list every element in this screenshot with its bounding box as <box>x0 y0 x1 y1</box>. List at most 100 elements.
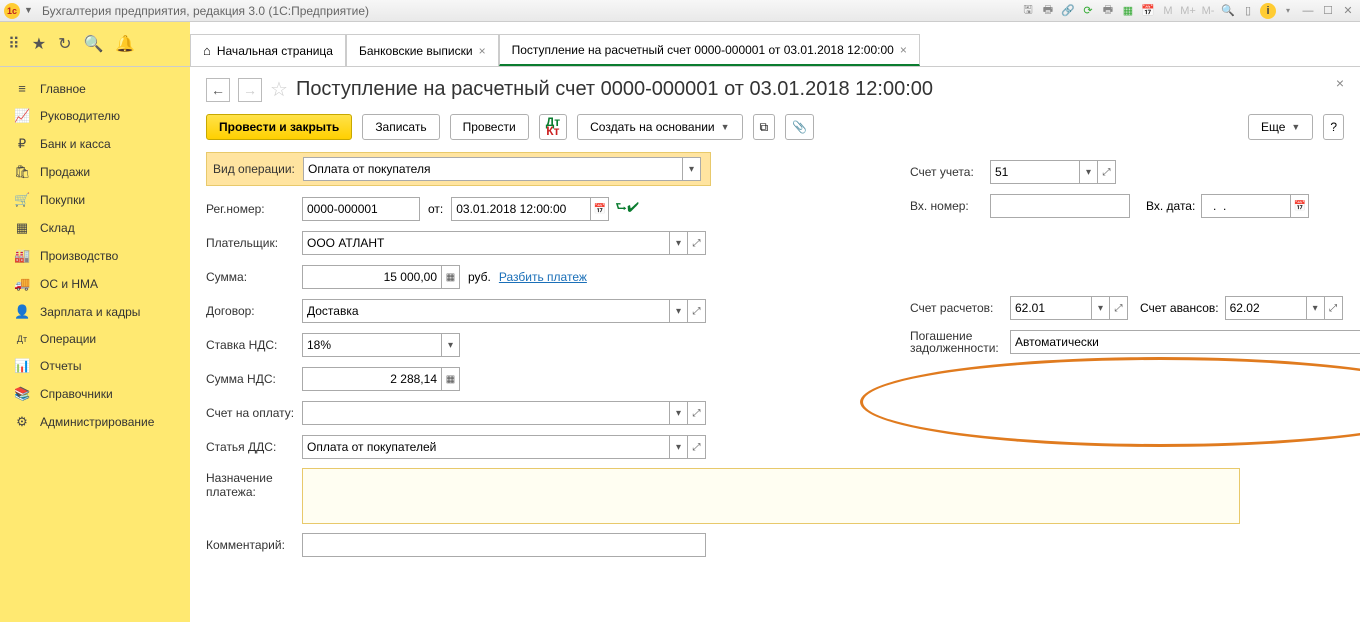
advance-acc-input[interactable] <box>1225 296 1307 320</box>
chevron-down-icon: ▼ <box>1291 122 1300 132</box>
open-icon[interactable]: ⤢ <box>688 401 706 425</box>
open-icon[interactable]: ⤢ <box>1098 160 1116 184</box>
dropdown-icon[interactable]: ▾ <box>683 157 701 181</box>
maximize-icon[interactable]: ☐ <box>1320 3 1336 19</box>
tab-receipt[interactable]: Поступление на расчетный счет 0000-00000… <box>499 34 920 66</box>
comment-label: Комментарий: <box>206 538 302 552</box>
in-date-input[interactable] <box>1201 194 1291 218</box>
account-input[interactable] <box>990 160 1080 184</box>
back-button[interactable]: ← <box>206 78 230 102</box>
sidebar-item-purchases[interactable]: 🛒Покупки <box>0 186 190 214</box>
close-window-icon[interactable]: ✕ <box>1340 3 1356 19</box>
close-icon[interactable]: × <box>479 44 486 58</box>
sidebar-item-manager[interactable]: 📈Руководителю <box>0 102 190 130</box>
sidebar-item-bank[interactable]: ₽Банк и касса <box>0 130 190 158</box>
chevron-down-icon: ▼ <box>721 122 730 132</box>
settle-acc-input[interactable] <box>1010 296 1092 320</box>
sidebar-item-production[interactable]: 🏭 Производство <box>0 242 190 270</box>
sidebar-item-assets[interactable]: 🚚ОС и НМА <box>0 270 190 298</box>
sidebar-item-operations[interactable]: ДтОперации <box>0 326 190 352</box>
search-icon[interactable]: 🔍 <box>83 34 103 54</box>
info-icon[interactable]: i <box>1260 3 1276 19</box>
attach-button[interactable]: 📎 <box>785 114 814 140</box>
open-icon[interactable]: ⤢ <box>1325 296 1343 320</box>
more-button[interactable]: Еще▼ <box>1248 114 1313 140</box>
forward-button[interactable]: → <box>238 78 262 102</box>
invoice-input[interactable] <box>302 401 670 425</box>
calendar-icon[interactable]: 📅 <box>591 197 609 221</box>
tab-home[interactable]: ⌂ Начальная страница <box>190 34 346 66</box>
dropdown-icon[interactable]: ▾ <box>670 401 688 425</box>
dropdown-icon[interactable]: ▾ <box>670 435 688 459</box>
print2-icon[interactable]: 🖶 <box>1100 3 1116 19</box>
history-icon[interactable]: ↻ <box>58 34 71 54</box>
minimize-icon[interactable]: — <box>1300 3 1316 19</box>
info-dd-icon[interactable]: ▾ <box>1280 3 1296 19</box>
dds-input[interactable] <box>302 435 670 459</box>
write-button[interactable]: Записать <box>362 114 439 140</box>
zoom-icon[interactable]: 🔍 <box>1220 3 1236 19</box>
open-icon[interactable]: ⤢ <box>688 435 706 459</box>
dropdown-icon[interactable]: ▾ <box>442 333 460 357</box>
calendar-icon[interactable]: 📅 <box>1291 194 1309 218</box>
print-icon[interactable]: 🖶 <box>1040 3 1056 19</box>
link-icon[interactable]: 🔗 <box>1060 3 1076 19</box>
vat-sum-input[interactable] <box>302 367 442 391</box>
sidebar-item-sales[interactable]: 🛍Продажи <box>0 158 190 186</box>
create-based-button[interactable]: Создать на основании▼ <box>577 114 742 140</box>
factory-icon: 🏭 <box>14 248 30 264</box>
dtkt-button[interactable]: ДтКт <box>539 114 567 140</box>
help-button[interactable]: ? <box>1323 114 1344 140</box>
sidebar-item-salary[interactable]: 👤Зарплата и кадры <box>0 298 190 326</box>
apps-icon[interactable]: ⠿ <box>8 34 20 54</box>
dropdown-icon[interactable]: ▾ <box>1307 296 1325 320</box>
calendar-icon[interactable]: 📅 <box>1140 3 1156 19</box>
m-minus-icon[interactable]: M- <box>1200 3 1216 19</box>
sidebar-item-references[interactable]: 📚Справочники <box>0 380 190 408</box>
debt-input[interactable] <box>1010 330 1360 354</box>
sidebar-item-admin[interactable]: ⚙Администрирование <box>0 408 190 436</box>
open-icon[interactable]: ⤢ <box>688 299 706 323</box>
purpose-textarea[interactable] <box>302 468 1240 524</box>
close-icon[interactable]: × <box>900 43 907 57</box>
favorite-icon[interactable]: ★ <box>32 34 46 54</box>
sidebar-item-warehouse[interactable]: ▦Склад <box>0 214 190 242</box>
sidebar-item-main[interactable]: ≡Главное <box>0 75 190 102</box>
vat-rate-input[interactable] <box>302 333 442 357</box>
panel-icon[interactable]: ▯ <box>1240 3 1256 19</box>
favorite-star-icon[interactable]: ☆ <box>270 77 288 102</box>
close-page-icon[interactable]: × <box>1336 75 1344 91</box>
post-close-button[interactable]: Провести и закрыть <box>206 114 352 140</box>
bell-icon[interactable]: 🔔 <box>115 34 135 54</box>
in-num-input[interactable] <box>990 194 1130 218</box>
contract-input[interactable] <box>302 299 670 323</box>
dropdown-icon[interactable]: ▾ <box>1092 296 1110 320</box>
dropdown-icon[interactable]: ▾ <box>670 231 688 255</box>
calc-icon[interactable]: ▦ <box>1120 3 1136 19</box>
open-icon[interactable]: ⤢ <box>1110 296 1128 320</box>
amount-input[interactable] <box>302 265 442 289</box>
vat-sum-label: Сумма НДС: <box>206 372 302 386</box>
payer-input[interactable] <box>302 231 670 255</box>
split-payment-link[interactable]: Разбить платеж <box>499 270 587 284</box>
calc-icon[interactable]: ▦ <box>442 265 460 289</box>
dropdown-icon[interactable]: ▾ <box>670 299 688 323</box>
open-icon[interactable]: ⤢ <box>688 231 706 255</box>
sidebar-item-reports[interactable]: 📊Отчеты <box>0 352 190 380</box>
gear-icon: ⚙ <box>14 414 30 430</box>
post-button[interactable]: Провести <box>450 114 529 140</box>
op-type-input[interactable] <box>303 157 683 181</box>
reg-num-input[interactable] <box>302 197 420 221</box>
dropdown-icon[interactable]: ▾ <box>1080 160 1098 184</box>
m-icon[interactable]: M <box>1160 3 1176 19</box>
structure-button[interactable]: ⧉ <box>753 114 776 140</box>
m-plus-icon[interactable]: M+ <box>1180 3 1196 19</box>
comment-input[interactable] <box>302 533 706 557</box>
calc-icon[interactable]: ▦ <box>442 367 460 391</box>
date-input[interactable] <box>451 197 591 221</box>
save-icon[interactable]: 🖫 <box>1020 3 1036 19</box>
tab-bank-statements[interactable]: Банковские выписки × <box>346 34 499 66</box>
app-menu-dropdown-icon[interactable]: ▼ <box>24 5 36 17</box>
refresh-icon[interactable]: ⟳ <box>1080 3 1096 19</box>
sidebar-item-label: Производство <box>40 249 118 263</box>
